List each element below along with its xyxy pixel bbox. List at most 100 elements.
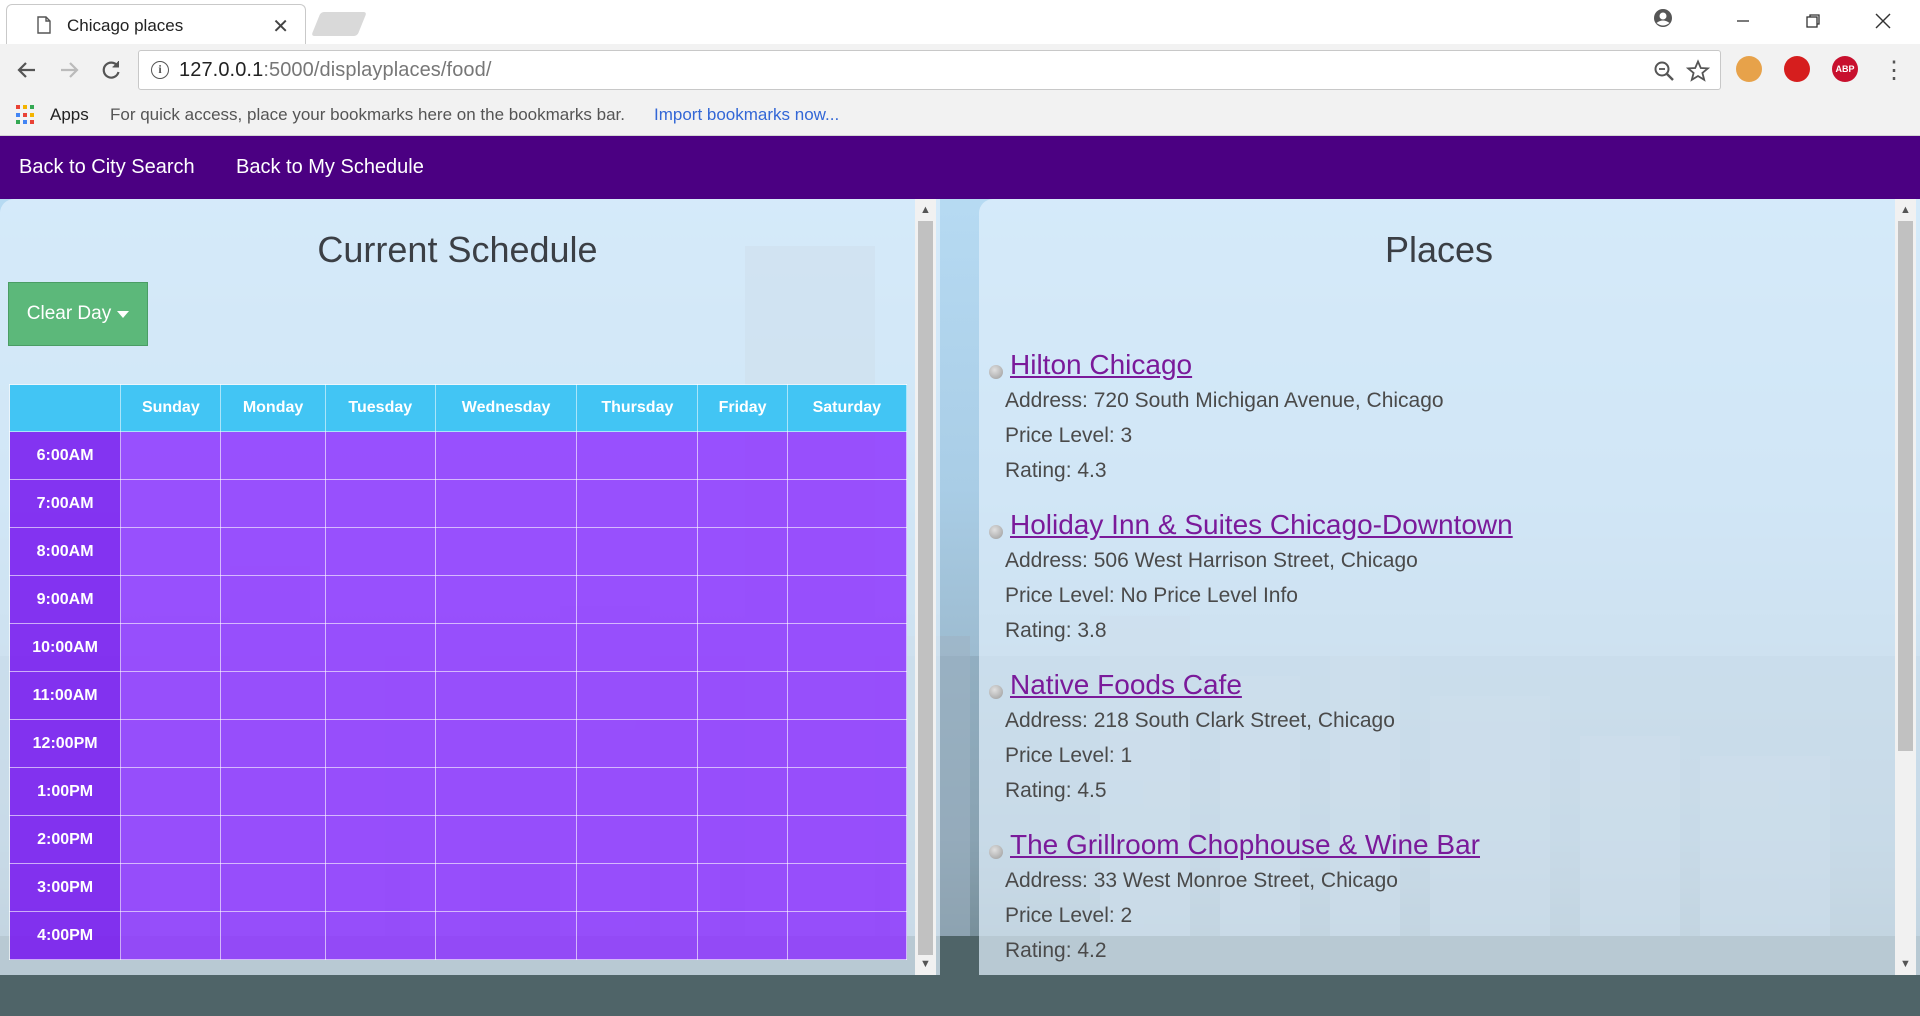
schedule-slot-cell[interactable]	[220, 431, 326, 480]
new-tab-button[interactable]	[311, 12, 367, 36]
close-window-icon[interactable]	[1860, 6, 1906, 36]
schedule-slot-cell[interactable]	[576, 911, 699, 960]
schedule-slot-cell[interactable]	[697, 527, 788, 576]
schedule-slot-cell[interactable]	[324, 431, 436, 480]
schedule-slot-cell[interactable]	[120, 527, 222, 576]
scroll-down-arrow-icon[interactable]: ▼	[915, 955, 936, 973]
schedule-slot-cell[interactable]	[697, 575, 788, 624]
schedule-slot-cell[interactable]	[120, 863, 222, 912]
schedule-slot-cell[interactable]	[434, 719, 578, 768]
schedule-slot-cell[interactable]	[120, 719, 222, 768]
schedule-slot-cell[interactable]	[786, 911, 908, 960]
schedule-slot-cell[interactable]	[434, 863, 578, 912]
schedule-slot-cell[interactable]	[576, 575, 699, 624]
schedule-slot-cell[interactable]	[786, 431, 908, 480]
place-name-link[interactable]: Holiday Inn & Suites Chicago-Downtown	[1010, 509, 1513, 541]
schedule-slot-cell[interactable]	[220, 767, 326, 816]
schedule-slot-cell[interactable]	[576, 767, 699, 816]
site-info-icon[interactable]: i	[151, 61, 169, 79]
schedule-slot-cell[interactable]	[324, 671, 436, 720]
schedule-slot-cell[interactable]	[576, 623, 699, 672]
schedule-slot-cell[interactable]	[697, 719, 788, 768]
schedule-slot-cell[interactable]	[220, 911, 326, 960]
schedule-slot-cell[interactable]	[220, 527, 326, 576]
back-to-city-search-link[interactable]: Back to City Search	[19, 156, 195, 179]
schedule-slot-cell[interactable]	[697, 767, 788, 816]
schedule-slot-cell[interactable]	[434, 815, 578, 864]
schedule-slot-cell[interactable]	[697, 623, 788, 672]
schedule-slot-cell[interactable]	[324, 575, 436, 624]
schedule-slot-cell[interactable]	[120, 767, 222, 816]
import-bookmarks-link[interactable]: Import bookmarks now...	[654, 105, 839, 125]
tab-close-icon[interactable]: ✕	[272, 14, 289, 39]
schedule-slot-cell[interactable]	[697, 815, 788, 864]
schedule-scrollbar[interactable]: ▲ ▼	[915, 199, 936, 975]
schedule-slot-cell[interactable]	[120, 479, 222, 528]
schedule-slot-cell[interactable]	[220, 719, 326, 768]
schedule-slot-cell[interactable]	[697, 671, 788, 720]
schedule-slot-cell[interactable]	[324, 767, 436, 816]
scroll-up-arrow-icon[interactable]: ▲	[1895, 201, 1916, 219]
schedule-slot-cell[interactable]	[434, 623, 578, 672]
adblock-extension-icon[interactable]: ABP	[1832, 56, 1858, 82]
minimize-icon[interactable]	[1720, 6, 1766, 36]
schedule-slot-cell[interactable]	[576, 479, 699, 528]
schedule-slot-cell[interactable]	[434, 575, 578, 624]
schedule-slot-cell[interactable]	[697, 911, 788, 960]
schedule-slot-cell[interactable]	[324, 863, 436, 912]
address-bar[interactable]: i 127.0.0.1:5000/displayplaces/food/	[138, 50, 1721, 90]
star-icon[interactable]	[1686, 59, 1710, 83]
place-name-link[interactable]: Hilton Chicago	[1010, 349, 1192, 381]
schedule-slot-cell[interactable]	[786, 815, 908, 864]
back-to-my-schedule-link[interactable]: Back to My Schedule	[236, 156, 424, 179]
schedule-slot-cell[interactable]	[786, 575, 908, 624]
schedule-slot-cell[interactable]	[324, 719, 436, 768]
schedule-slot-cell[interactable]	[324, 815, 436, 864]
profile-icon[interactable]	[1648, 6, 1678, 36]
places-scroll-thumb[interactable]	[1898, 221, 1913, 751]
forward-arrow-icon[interactable]	[54, 55, 84, 85]
schedule-slot-cell[interactable]	[220, 671, 326, 720]
clear-day-button[interactable]: Clear Day	[8, 282, 148, 346]
schedule-slot-cell[interactable]	[434, 479, 578, 528]
schedule-scroll-thumb[interactable]	[918, 221, 933, 955]
zoom-icon[interactable]	[1652, 59, 1676, 83]
url-text[interactable]: 127.0.0.1:5000/displayplaces/food/	[179, 59, 492, 82]
schedule-slot-cell[interactable]	[220, 623, 326, 672]
schedule-slot-cell[interactable]	[576, 671, 699, 720]
schedule-slot-cell[interactable]	[120, 815, 222, 864]
schedule-slot-cell[interactable]	[324, 527, 436, 576]
schedule-slot-cell[interactable]	[786, 671, 908, 720]
schedule-slot-cell[interactable]	[786, 863, 908, 912]
schedule-slot-cell[interactable]	[120, 431, 222, 480]
schedule-slot-cell[interactable]	[120, 911, 222, 960]
schedule-slot-cell[interactable]	[576, 815, 699, 864]
schedule-slot-cell[interactable]	[786, 767, 908, 816]
schedule-slot-cell[interactable]	[120, 623, 222, 672]
schedule-slot-cell[interactable]	[576, 863, 699, 912]
cookie-extension-icon[interactable]	[1736, 56, 1762, 82]
back-arrow-icon[interactable]	[12, 55, 42, 85]
schedule-slot-cell[interactable]	[786, 527, 908, 576]
schedule-slot-cell[interactable]	[697, 431, 788, 480]
scroll-down-arrow-icon[interactable]: ▼	[1895, 955, 1916, 973]
schedule-slot-cell[interactable]	[786, 479, 908, 528]
schedule-slot-cell[interactable]	[220, 479, 326, 528]
menu-dots-icon[interactable]: ⋮	[1879, 55, 1909, 85]
schedule-slot-cell[interactable]	[434, 431, 578, 480]
browser-tab[interactable]: Chicago places ✕	[6, 4, 306, 44]
schedule-slot-cell[interactable]	[576, 431, 699, 480]
schedule-slot-cell[interactable]	[434, 767, 578, 816]
schedule-slot-cell[interactable]	[324, 623, 436, 672]
scroll-up-arrow-icon[interactable]: ▲	[915, 201, 936, 219]
schedule-slot-cell[interactable]	[434, 671, 578, 720]
place-name-link[interactable]: Native Foods Cafe	[1010, 669, 1242, 701]
schedule-slot-cell[interactable]	[697, 479, 788, 528]
schedule-slot-cell[interactable]	[324, 479, 436, 528]
schedule-slot-cell[interactable]	[220, 575, 326, 624]
schedule-slot-cell[interactable]	[120, 671, 222, 720]
apps-grid-icon[interactable]	[16, 105, 36, 125]
schedule-slot-cell[interactable]	[576, 527, 699, 576]
schedule-slot-cell[interactable]	[786, 623, 908, 672]
apps-label[interactable]: Apps	[50, 105, 89, 125]
